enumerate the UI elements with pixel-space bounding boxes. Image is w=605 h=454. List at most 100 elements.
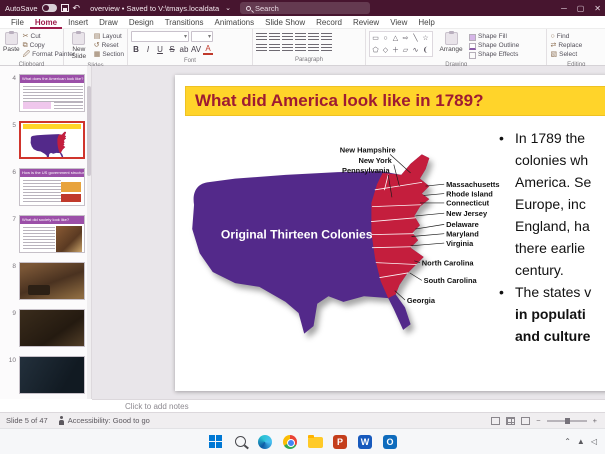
system-tray[interactable]: ⌃ ▲ ◁: [564, 429, 597, 454]
thirteen-colonies-map[interactable]: Original Thirteen Colonies New Hampshire…: [181, 143, 503, 344]
underline-icon[interactable]: U: [155, 45, 165, 55]
section-button[interactable]: ▦ Section: [94, 51, 124, 59]
text-shadow-icon[interactable]: ab: [179, 45, 189, 55]
line-shape-icon[interactable]: ╲: [411, 33, 420, 44]
menu-tab-animations[interactable]: Animations: [210, 16, 260, 29]
normal-view-icon[interactable]: [491, 416, 501, 425]
zoom-slider[interactable]: [546, 417, 587, 424]
shape-fill-button[interactable]: Shape Fill: [469, 33, 519, 41]
menu-tab-view[interactable]: View: [385, 16, 412, 29]
search-box[interactable]: Search: [240, 2, 370, 14]
plus-shape-icon[interactable]: ＋: [391, 45, 400, 56]
powerpoint-button[interactable]: P: [332, 434, 348, 450]
star-shape-icon[interactable]: ☆: [421, 33, 430, 44]
menu-tab-draw[interactable]: Draw: [94, 16, 123, 29]
minimize-button[interactable]: ─: [561, 4, 567, 13]
replace-button[interactable]: ⇄ Replace: [550, 42, 582, 50]
text-direction-icon[interactable]: [307, 44, 319, 53]
slide-thumbnail-7[interactable]: What did society look like?: [19, 215, 85, 253]
slide-thumbnail-8[interactable]: [19, 262, 85, 300]
bracket-shape-icon[interactable]: ❨: [421, 45, 430, 56]
indent-increase-icon[interactable]: [294, 33, 306, 42]
edge-browser-button[interactable]: [257, 434, 273, 450]
numbering-icon[interactable]: [268, 33, 280, 42]
close-button[interactable]: ✕: [594, 4, 601, 13]
slide-body-text[interactable]: In 1789 the colonies wh America. Se Euro…: [497, 127, 605, 347]
triangle-shape-icon[interactable]: △: [391, 33, 400, 44]
title-dropdown-caret[interactable]: ⌄: [225, 4, 231, 12]
arrow-shape-icon[interactable]: ⇨: [401, 33, 410, 44]
font-color-icon[interactable]: A: [203, 45, 213, 55]
menu-tab-review[interactable]: Review: [348, 16, 384, 29]
menu-tab-transitions[interactable]: Transitions: [160, 16, 209, 29]
start-button[interactable]: [207, 434, 223, 450]
slide-thumbnail-9[interactable]: [19, 309, 85, 347]
justify-icon[interactable]: [281, 44, 293, 53]
menu-tab-home[interactable]: Home: [29, 16, 63, 29]
sidebar-scrollbar[interactable]: [87, 66, 91, 399]
bullets-icon[interactable]: [255, 33, 267, 42]
reset-button[interactable]: ↺ Reset: [94, 42, 124, 50]
volume-icon[interactable]: ◁: [591, 437, 597, 446]
paste-button[interactable]: Paste: [3, 31, 20, 53]
menu-tab-help[interactable]: Help: [413, 16, 439, 29]
callout-shape-icon[interactable]: ▱: [401, 45, 410, 56]
menu-tab-file[interactable]: File: [6, 16, 29, 29]
align-center-icon[interactable]: [255, 44, 267, 53]
slide-title-box[interactable]: What did America look like in 1789?: [185, 86, 605, 116]
slide-canvas[interactable]: What did America look like in 1789? Orig…: [175, 75, 605, 391]
indent-decrease-icon[interactable]: [281, 33, 293, 42]
strikethrough-icon[interactable]: S: [167, 45, 177, 55]
curve-shape-icon[interactable]: ∿: [411, 45, 420, 56]
slide-thumbnail-6[interactable]: How is the US government structured?: [19, 168, 85, 206]
slide-sorter-view-icon[interactable]: [506, 416, 516, 425]
zoom-in-icon[interactable]: +: [593, 416, 597, 425]
save-icon[interactable]: [60, 4, 69, 12]
menu-tab-insert[interactable]: Insert: [63, 16, 93, 29]
select-button[interactable]: ▧ Select: [550, 51, 582, 59]
font-name-combobox[interactable]: [131, 31, 189, 42]
slide-thumbnail-10[interactable]: [19, 356, 85, 394]
arrange-button[interactable]: Arrange: [436, 31, 466, 53]
outlook-button[interactable]: O: [382, 434, 398, 450]
italic-icon[interactable]: I: [143, 45, 153, 55]
autosave-toggle[interactable]: [41, 4, 57, 12]
find-button[interactable]: ○ Find: [550, 33, 582, 41]
diamond-shape-icon[interactable]: ◇: [381, 45, 390, 56]
tray-chevron-icon[interactable]: ⌃: [564, 437, 571, 446]
columns-icon[interactable]: [294, 44, 306, 53]
word-button[interactable]: W: [357, 434, 373, 450]
notes-pane[interactable]: Click to add notes: [92, 399, 605, 412]
slideshow-view-icon[interactable]: [521, 416, 531, 425]
align-left-icon[interactable]: [320, 33, 332, 42]
shape-effects-button[interactable]: Shape Effects: [469, 51, 519, 59]
chrome-browser-button[interactable]: [282, 434, 298, 450]
rectangle-shape-icon[interactable]: ▭: [371, 33, 380, 44]
network-icon[interactable]: ▲: [577, 437, 585, 446]
slide-thumbnail-4[interactable]: What does the American look like?: [19, 74, 85, 112]
slide-thumbnail-5-selected[interactable]: [19, 121, 85, 159]
maximize-button[interactable]: ▢: [577, 4, 585, 13]
undo-icon[interactable]: ↶: [73, 3, 81, 13]
document-title[interactable]: overview • Saved to V:\tmays.localdata: [90, 4, 219, 13]
zoom-out-icon[interactable]: −: [536, 416, 540, 425]
new-slide-button[interactable]: New Slide: [67, 31, 91, 60]
ellipse-shape-icon[interactable]: ○: [381, 33, 390, 44]
menu-tab-record[interactable]: Record: [311, 16, 347, 29]
align-text-icon[interactable]: [320, 44, 332, 53]
shape-outline-button[interactable]: Shape Outline: [469, 42, 519, 50]
menu-tab-slideshow[interactable]: Slide Show: [260, 16, 310, 29]
font-size-combobox[interactable]: [191, 31, 213, 42]
shapes-gallery[interactable]: ▭ ○ △ ⇨ ╲ ☆ ⬠ ◇ ＋ ▱ ∿ ❨: [369, 31, 433, 57]
taskbar-search-button[interactable]: [232, 434, 248, 450]
accessibility-status[interactable]: Accessibility: Good to go: [58, 416, 150, 425]
bold-icon[interactable]: B: [131, 45, 141, 55]
menu-tab-design[interactable]: Design: [124, 16, 159, 29]
pentagon-shape-icon[interactable]: ⬠: [371, 45, 380, 56]
character-spacing-icon[interactable]: AV: [191, 45, 201, 55]
line-spacing-icon[interactable]: [307, 33, 319, 42]
layout-button[interactable]: ▤ Layout: [94, 33, 124, 41]
scrollbar-thumb[interactable]: [87, 86, 91, 176]
align-right-icon[interactable]: [268, 44, 280, 53]
file-explorer-button[interactable]: [307, 434, 323, 450]
